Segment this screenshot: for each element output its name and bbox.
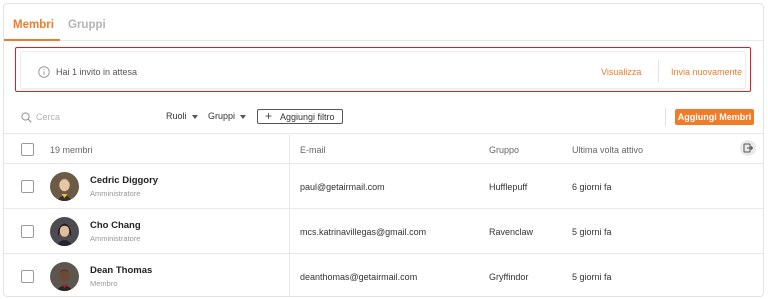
member-role: Amministratore [90, 189, 141, 198]
search-icon [21, 112, 32, 123]
search-input[interactable] [36, 108, 146, 126]
last-active-column-header: Ultima volta attivo [572, 145, 644, 155]
member-role: Membro [90, 279, 118, 288]
avatar [50, 172, 79, 201]
caret-down-icon [191, 114, 198, 119]
member-email: mcs.katrinavillegas@gmail.com [300, 227, 427, 237]
groups-filter-label: Gruppi [208, 111, 236, 121]
member-last-active: 5 giorni fa [572, 227, 612, 237]
banner-divider [658, 60, 659, 82]
member-group: Gryffindor [489, 272, 529, 282]
member-name[interactable]: Dean Thomas [90, 265, 152, 276]
members-count-header: 19 membri [50, 145, 93, 155]
group-column-header: Gruppo [489, 145, 520, 155]
toolbar-divider [665, 108, 666, 126]
row-checkbox[interactable] [21, 180, 34, 193]
add-members-button[interactable]: Aggiungi Membri [675, 109, 754, 125]
pending-invite-text: Hai 1 invito in attesa [56, 67, 138, 77]
member-group: Ravenclaw [489, 227, 534, 237]
tab-bar: Membri Gruppi [4, 4, 763, 41]
export-icon [743, 143, 753, 153]
member-name[interactable]: Cho Chang [90, 220, 141, 231]
table-row[interactable]: Dean Thomas Membro deanthomas@getairmail… [4, 254, 763, 296]
column-divider [289, 135, 290, 164]
member-last-active: 5 giorni fa [572, 272, 612, 282]
email-column-header: E-mail [300, 145, 326, 155]
member-group: Hufflepuff [489, 182, 528, 192]
member-role: Amministratore [90, 234, 141, 243]
member-email: deanthomas@getairmail.com [300, 272, 418, 282]
column-divider [289, 254, 290, 296]
member-last-active: 6 giorni fa [572, 182, 612, 192]
member-name[interactable]: Cedric Diggory [90, 175, 158, 186]
member-email: paul@getairmail.com [300, 182, 385, 192]
avatar [50, 262, 79, 291]
row-checkbox[interactable] [21, 270, 34, 283]
add-filter-button[interactable]: + Aggiungi filtro [257, 109, 343, 124]
roles-filter-label: Ruoli [166, 111, 187, 121]
add-filter-label: Aggiungi filtro [280, 112, 335, 122]
roles-filter-dropdown[interactable]: Ruoli [166, 111, 198, 121]
tab-members[interactable]: Membri [13, 19, 54, 31]
table-row[interactable]: Cho Chang Amministratore mcs.katrinavill… [4, 209, 763, 254]
table-row[interactable]: Cedric Diggory Amministratore paul@getai… [4, 164, 763, 209]
plus-icon: + [265, 109, 273, 123]
avatar [50, 217, 79, 246]
export-button[interactable] [740, 140, 756, 156]
column-divider [289, 164, 290, 209]
column-divider [289, 209, 290, 254]
row-checkbox[interactable] [21, 225, 34, 238]
members-toolbar: Ruoli Gruppi + Aggiungi filtro Aggiungi … [4, 100, 763, 134]
members-panel: Membri Gruppi Hai 1 invito in attesa Vis… [3, 3, 764, 297]
select-all-checkbox[interactable] [21, 143, 34, 156]
resend-invite-link[interactable]: Invia nuovamente [671, 67, 742, 77]
groups-filter-dropdown[interactable]: Gruppi [208, 111, 247, 121]
view-invites-link[interactable]: Visualizza [601, 67, 641, 77]
info-circle-icon [38, 66, 50, 78]
active-tab-indicator [4, 39, 60, 41]
tab-groups[interactable]: Gruppi [68, 19, 106, 31]
pending-invite-banner: Hai 1 invito in attesa Visualizza Invia … [20, 51, 746, 89]
caret-down-icon [240, 114, 247, 119]
table-header: 19 membri E-mail Gruppo Ultima volta att… [4, 135, 763, 164]
